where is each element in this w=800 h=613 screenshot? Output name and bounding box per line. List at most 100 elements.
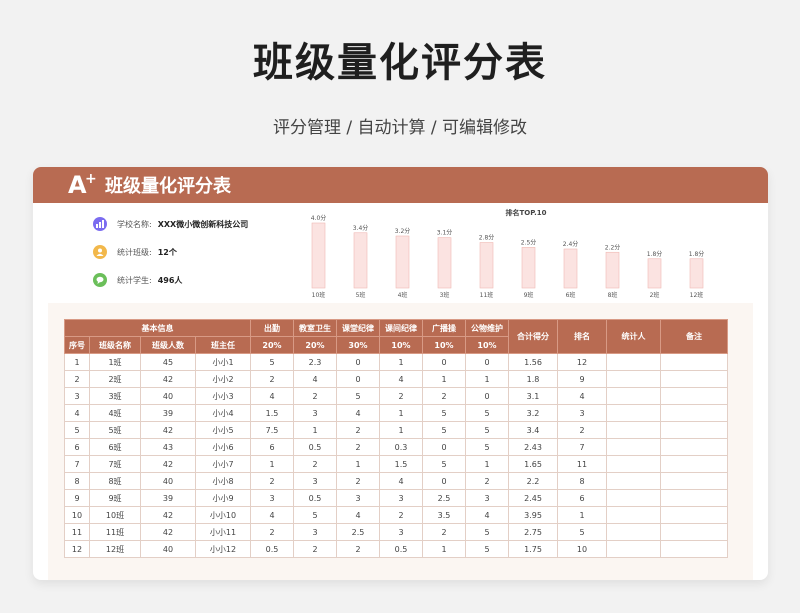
- table-cell[interactable]: 3: [379, 489, 423, 507]
- table-cell[interactable]: 4: [64, 404, 90, 422]
- table-cell[interactable]: 小小7: [195, 455, 251, 473]
- table-cell[interactable]: 5: [336, 387, 380, 405]
- table-cell[interactable]: 11班: [89, 523, 141, 541]
- table-cell[interactable]: 5: [250, 353, 294, 371]
- table-cell[interactable]: 10班: [89, 506, 141, 524]
- table-cell[interactable]: 2: [557, 421, 607, 439]
- table-cell[interactable]: 5: [293, 506, 337, 524]
- table-cell[interactable]: 小小1: [195, 353, 251, 371]
- table-cell[interactable]: 1.8: [508, 370, 558, 388]
- table-cell[interactable]: [660, 472, 728, 490]
- table-cell[interactable]: 42: [140, 370, 196, 388]
- table-cell[interactable]: 8班: [89, 472, 141, 490]
- table-cell[interactable]: 3.95: [508, 506, 558, 524]
- table-cell[interactable]: 小小11: [195, 523, 251, 541]
- table-cell[interactable]: [606, 523, 661, 541]
- table-cell[interactable]: [660, 404, 728, 422]
- table-cell[interactable]: [606, 404, 661, 422]
- table-cell[interactable]: 40: [140, 472, 196, 490]
- table-cell[interactable]: 0.5: [250, 540, 294, 558]
- table-cell[interactable]: 4: [293, 370, 337, 388]
- table-cell[interactable]: 2: [250, 472, 294, 490]
- table-cell[interactable]: 11: [64, 523, 90, 541]
- table-cell[interactable]: 2.43: [508, 438, 558, 456]
- table-cell[interactable]: 42: [140, 455, 196, 473]
- table-cell[interactable]: [660, 353, 728, 371]
- table-cell[interactable]: 11: [557, 455, 607, 473]
- table-cell[interactable]: 2.45: [508, 489, 558, 507]
- table-cell[interactable]: [660, 421, 728, 439]
- table-cell[interactable]: 1: [422, 540, 466, 558]
- table-cell[interactable]: 6: [250, 438, 294, 456]
- table-cell[interactable]: 12: [557, 353, 607, 371]
- table-cell[interactable]: [606, 472, 661, 490]
- table-cell[interactable]: 小小8: [195, 472, 251, 490]
- table-cell[interactable]: 4: [250, 506, 294, 524]
- table-cell[interactable]: [606, 540, 661, 558]
- table-cell[interactable]: 小小6: [195, 438, 251, 456]
- table-cell[interactable]: 3.4: [508, 421, 558, 439]
- table-cell[interactable]: 2.3: [293, 353, 337, 371]
- table-cell[interactable]: 7: [557, 438, 607, 456]
- table-cell[interactable]: 5: [64, 421, 90, 439]
- table-cell[interactable]: 42: [140, 506, 196, 524]
- table-cell[interactable]: 2: [64, 370, 90, 388]
- table-cell[interactable]: 1: [293, 421, 337, 439]
- table-cell[interactable]: 5: [422, 404, 466, 422]
- table-cell[interactable]: [606, 438, 661, 456]
- table-cell[interactable]: 43: [140, 438, 196, 456]
- table-cell[interactable]: 7班: [89, 455, 141, 473]
- table-cell[interactable]: 5班: [89, 421, 141, 439]
- table-cell[interactable]: 4: [465, 506, 509, 524]
- table-cell[interactable]: 7: [64, 455, 90, 473]
- table-cell[interactable]: [660, 438, 728, 456]
- table-cell[interactable]: 2.2: [508, 472, 558, 490]
- table-cell[interactable]: 1班: [89, 353, 141, 371]
- table-cell[interactable]: [660, 387, 728, 405]
- table-cell[interactable]: 5: [465, 540, 509, 558]
- table-cell[interactable]: 5: [465, 523, 509, 541]
- table-cell[interactable]: 5: [465, 438, 509, 456]
- table-cell[interactable]: 42: [140, 523, 196, 541]
- table-cell[interactable]: [660, 523, 728, 541]
- table-cell[interactable]: 2: [250, 523, 294, 541]
- table-cell[interactable]: 2: [293, 387, 337, 405]
- table-cell[interactable]: 1: [465, 455, 509, 473]
- table-cell[interactable]: 5: [557, 523, 607, 541]
- table-cell[interactable]: 小小10: [195, 506, 251, 524]
- table-cell[interactable]: 10: [557, 540, 607, 558]
- table-cell[interactable]: 1: [379, 404, 423, 422]
- table-cell[interactable]: 8: [557, 472, 607, 490]
- table-cell[interactable]: 1.56: [508, 353, 558, 371]
- table-cell[interactable]: 3.2: [508, 404, 558, 422]
- table-cell[interactable]: 1.5: [379, 455, 423, 473]
- table-cell[interactable]: 6: [64, 438, 90, 456]
- table-cell[interactable]: 1.5: [250, 404, 294, 422]
- table-cell[interactable]: 1: [336, 455, 380, 473]
- table-cell[interactable]: 2: [422, 523, 466, 541]
- table-cell[interactable]: 1: [557, 506, 607, 524]
- table-cell[interactable]: 2: [379, 506, 423, 524]
- table-cell[interactable]: 小小2: [195, 370, 251, 388]
- table-cell[interactable]: [660, 455, 728, 473]
- table-cell[interactable]: 7.5: [250, 421, 294, 439]
- table-cell[interactable]: 2: [422, 387, 466, 405]
- table-cell[interactable]: 45: [140, 353, 196, 371]
- table-cell[interactable]: [606, 353, 661, 371]
- table-cell[interactable]: 2: [336, 540, 380, 558]
- table-cell[interactable]: 12班: [89, 540, 141, 558]
- table-cell[interactable]: 5: [422, 455, 466, 473]
- table-cell[interactable]: 0: [422, 353, 466, 371]
- table-cell[interactable]: 小小9: [195, 489, 251, 507]
- table-cell[interactable]: [660, 540, 728, 558]
- table-cell[interactable]: 2.5: [422, 489, 466, 507]
- table-cell[interactable]: [660, 370, 728, 388]
- table-cell[interactable]: 1.65: [508, 455, 558, 473]
- table-cell[interactable]: 9班: [89, 489, 141, 507]
- table-cell[interactable]: 小小3: [195, 387, 251, 405]
- table-cell[interactable]: 0: [336, 353, 380, 371]
- table-cell[interactable]: 2: [336, 472, 380, 490]
- table-cell[interactable]: 1: [379, 353, 423, 371]
- table-cell[interactable]: 4: [336, 404, 380, 422]
- table-cell[interactable]: 4: [250, 387, 294, 405]
